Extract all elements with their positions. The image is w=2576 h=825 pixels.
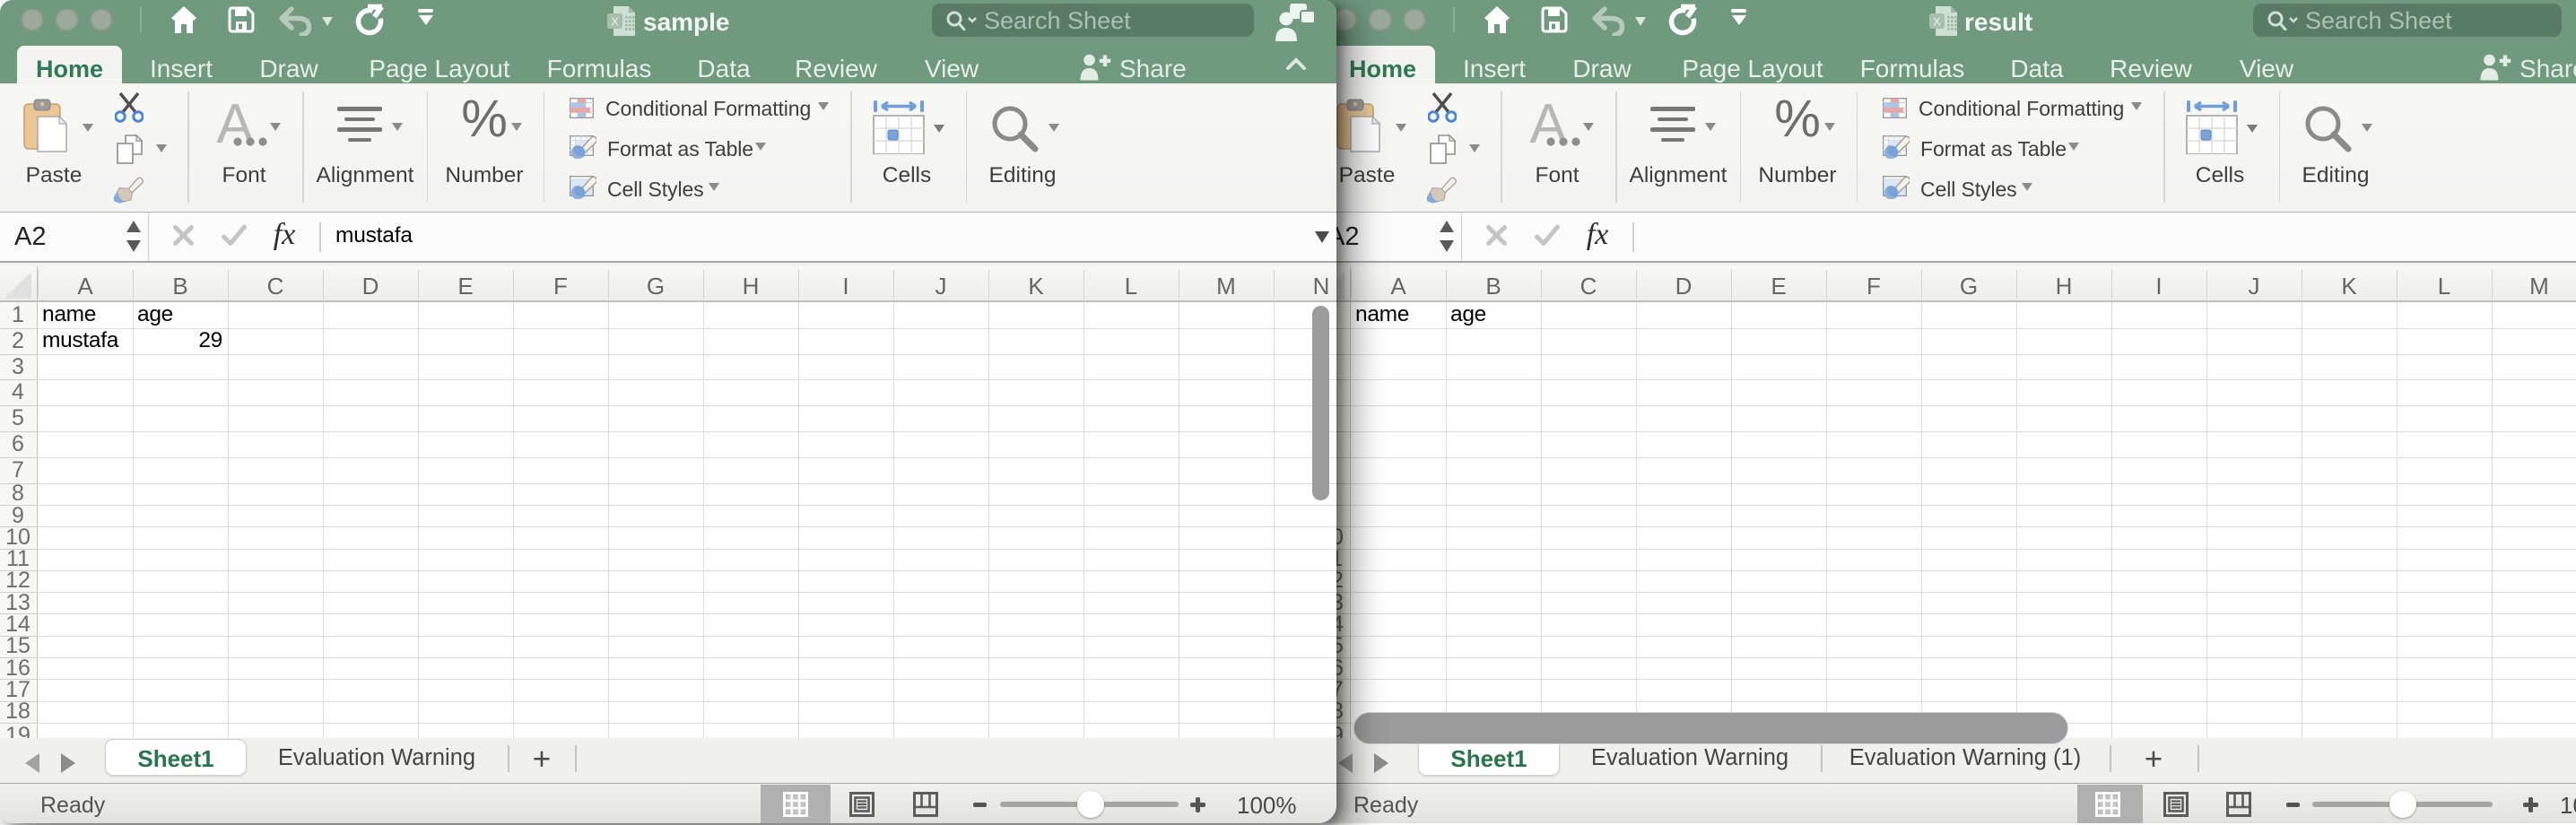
svg-text:X: X — [1933, 15, 1941, 29]
svg-text:X: X — [611, 15, 619, 29]
